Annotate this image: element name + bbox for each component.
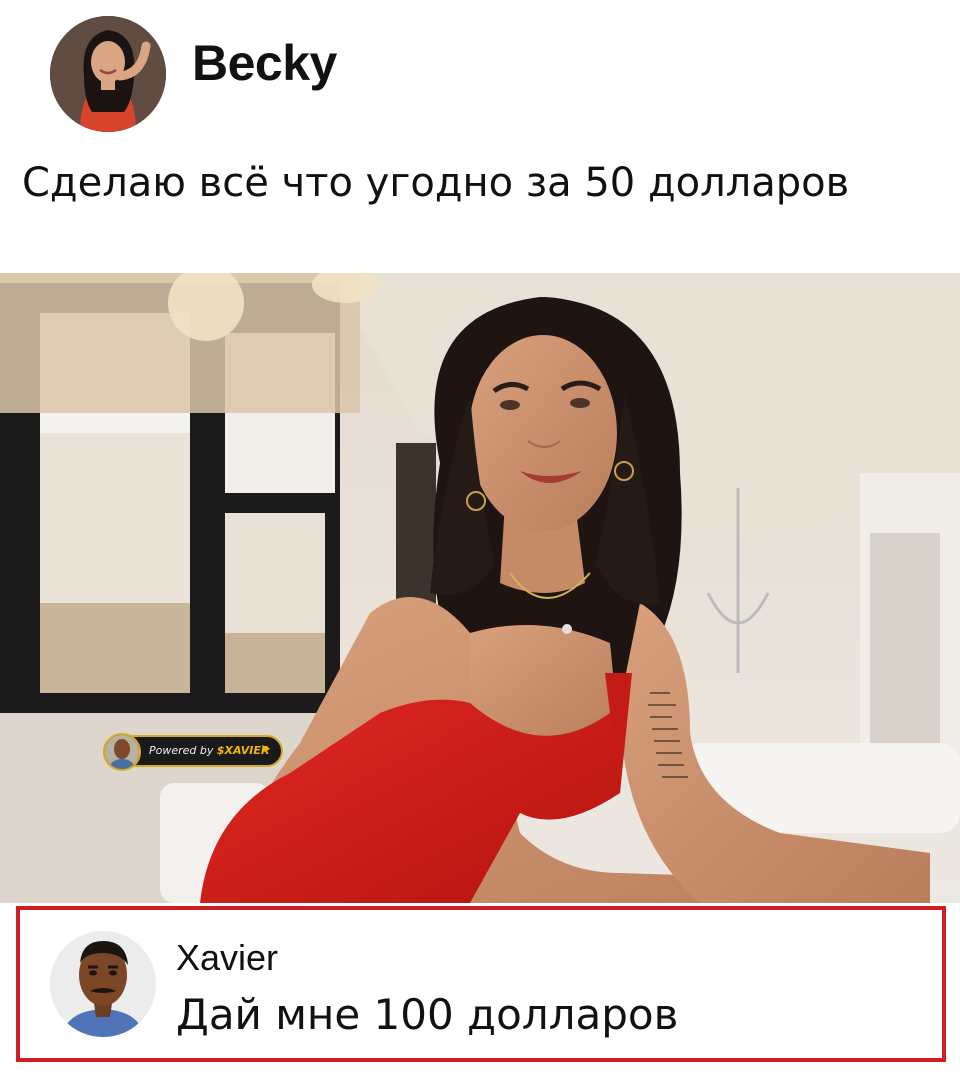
post-text: Сделаю всё что угодно за 50 долларов xyxy=(22,160,850,206)
post-author-name[interactable]: Becky xyxy=(192,34,337,92)
man-avatar-icon xyxy=(50,931,156,1037)
becky-avatar[interactable] xyxy=(50,16,166,132)
reply-comment: Xavier Дай мне 100 долларов xyxy=(16,906,946,1062)
watermark-badge: Powered by $XAVIER ➤ xyxy=(103,733,283,771)
reply-text: Дай мне 100 долларов xyxy=(176,990,679,1039)
man-avatar-icon xyxy=(105,735,139,769)
watermark-avatar xyxy=(103,733,141,771)
watermark-text: Powered by $XAVIER xyxy=(149,744,269,757)
watermark-prefix: Powered by xyxy=(149,744,214,757)
post-photo[interactable] xyxy=(0,273,960,903)
woman-red-dress-photo-icon xyxy=(0,273,960,903)
woman-avatar-icon xyxy=(50,16,166,132)
reply-author-name[interactable]: Xavier xyxy=(176,937,278,979)
xavier-avatar[interactable] xyxy=(50,931,156,1037)
rocket-icon: ➤ xyxy=(260,742,271,757)
original-post: Becky Сделаю всё что угодно за 50 доллар… xyxy=(0,0,960,272)
